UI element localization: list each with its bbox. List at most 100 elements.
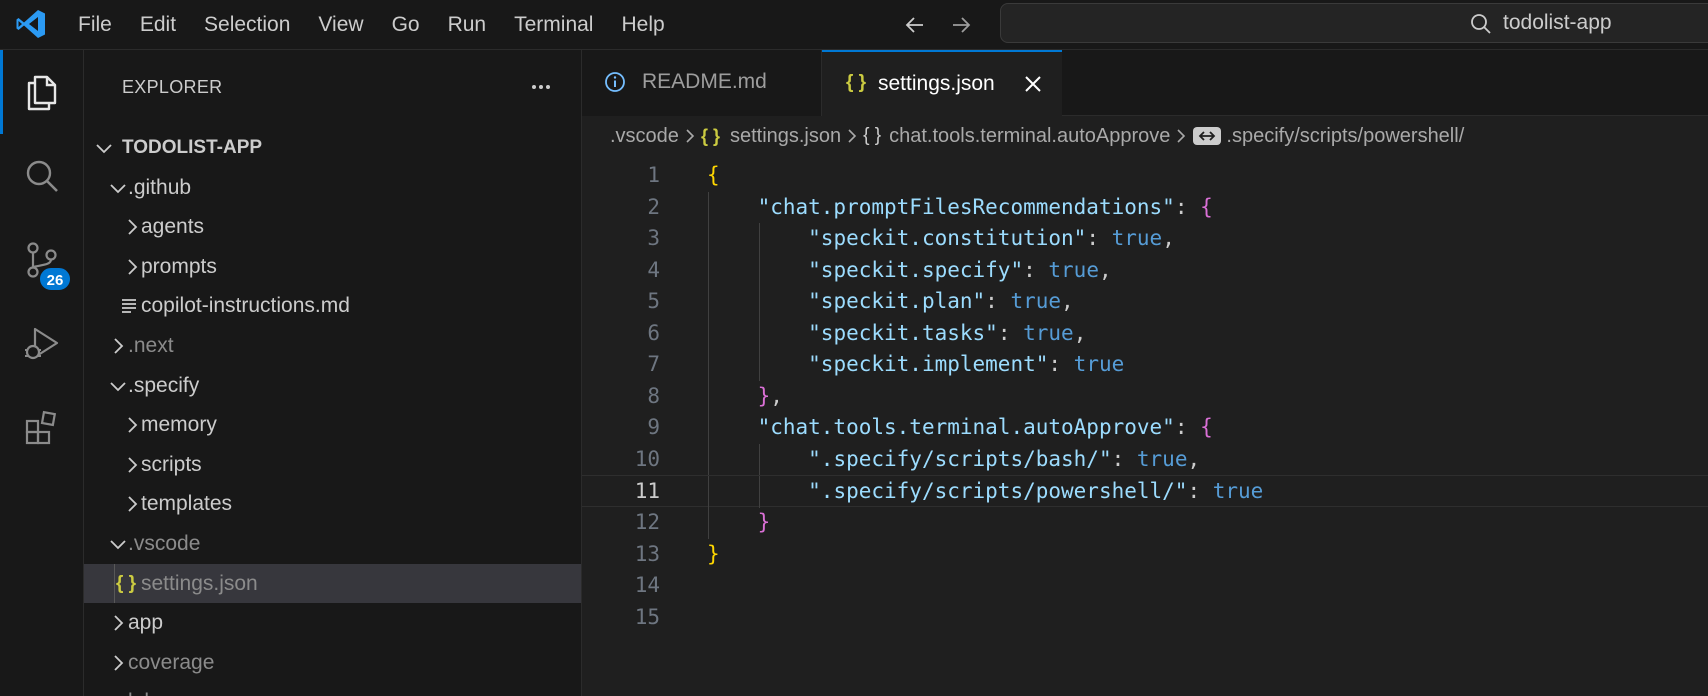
tree-folder[interactable]: labs — [84, 682, 581, 696]
search-icon — [1469, 12, 1493, 41]
chevron-right-icon — [128, 496, 138, 512]
chevron-right-icon — [114, 338, 124, 354]
chevron-right-icon — [128, 417, 138, 433]
extensions-icon[interactable] — [0, 386, 84, 470]
tree-folder[interactable]: coverage — [84, 643, 581, 683]
key-value-icon — [1192, 125, 1222, 147]
tree-folder[interactable]: scripts — [84, 445, 581, 485]
more-actions-icon[interactable] — [524, 70, 558, 104]
code-line[interactable]: 9 "chat.tools.terminal.autoApprove": { — [582, 412, 1708, 444]
tree-folder[interactable]: app — [84, 603, 581, 643]
menu-edit[interactable]: Edit — [126, 0, 190, 50]
chevron-right-icon — [114, 655, 124, 671]
code-text: ".specify/scripts/bash/": true, — [707, 444, 1200, 476]
chevron-right-icon — [114, 615, 124, 631]
tree-item-label: prompts — [141, 254, 217, 278]
code-text: }, — [707, 381, 783, 413]
line-number: 7 — [647, 352, 660, 377]
tree-folder[interactable]: agents — [84, 207, 581, 247]
code-line[interactable]: 13} — [582, 539, 1708, 571]
menu-terminal[interactable]: Terminal — [500, 0, 607, 50]
breadcrumb-auto-approve[interactable]: { } chat.tools.terminal.autoApprove — [863, 125, 1170, 148]
tree-folder[interactable]: templates — [84, 484, 581, 524]
code-text: "chat.promptFilesRecommendations": { — [707, 192, 1213, 224]
indent-guide — [114, 484, 115, 524]
menu-selection[interactable]: Selection — [190, 0, 304, 50]
code-text: { — [707, 160, 720, 192]
code-line[interactable]: 5 "speckit.plan": true, — [582, 286, 1708, 318]
tree-item-label: .github — [128, 175, 192, 199]
tree-folder[interactable]: .next — [84, 326, 581, 366]
code-token: true — [1010, 289, 1062, 314]
line-number: 15 — [634, 604, 660, 629]
tree-folder[interactable]: .specify — [84, 366, 581, 406]
chevron-down-icon — [110, 540, 126, 550]
explorer-icon[interactable] — [0, 50, 84, 134]
code-token: , — [1098, 257, 1112, 282]
forward-arrow-icon[interactable] — [944, 8, 978, 42]
code-token: "speckit.implement" — [808, 352, 1049, 377]
code-editor[interactable]: 1{2 "chat.promptFilesRecommendations": {… — [582, 160, 1708, 633]
tree-folder[interactable]: prompts — [84, 247, 581, 287]
code-token: , — [1061, 289, 1074, 314]
tree-folder[interactable]: .github — [84, 168, 581, 208]
code-line[interactable]: 12 } — [582, 507, 1708, 539]
tab-settings-label: settings.json — [878, 72, 995, 95]
tree-item-label: .vscode — [128, 531, 201, 555]
code-text: "speckit.specify": true, — [707, 255, 1112, 287]
menu-view[interactable]: View — [304, 0, 377, 50]
code-line[interactable]: 3 "speckit.constitution": true, — [582, 223, 1708, 255]
code-line[interactable]: 7 "speckit.implement": true — [582, 349, 1708, 381]
tab-settings-json[interactable]: { } settings.json — [822, 50, 1062, 117]
code-line[interactable]: 6 "speckit.tasks": true, — [582, 317, 1708, 350]
title-bar: File Edit Selection View Go Run Terminal… — [0, 0, 1708, 50]
code-text: "speckit.implement": true — [707, 349, 1124, 381]
indent-guide — [114, 247, 115, 287]
menu-go[interactable]: Go — [378, 0, 434, 50]
breadcrumb-powershell[interactable]: .specify/scripts/powershell/ — [1192, 125, 1464, 148]
chevron-right-icon — [841, 127, 863, 145]
code-line[interactable]: 4 "speckit.specify": true, — [582, 254, 1708, 287]
tab-readme[interactable]: README.md — [582, 50, 822, 116]
code-token: } — [757, 510, 771, 535]
code-token: , — [1162, 226, 1175, 251]
tree-file[interactable]: { } settings.json — [84, 563, 581, 604]
code-token: true — [1111, 226, 1163, 251]
code-token: true — [1212, 479, 1264, 504]
tree-folder[interactable]: .vscode — [84, 524, 581, 564]
code-line[interactable]: 11 ".specify/scripts/powershell/": true — [582, 475, 1708, 509]
command-center-search[interactable]: todolist-app — [1000, 3, 1708, 43]
search-icon[interactable] — [0, 134, 84, 218]
code-line[interactable]: 2 "chat.promptFilesRecommendations": { — [582, 191, 1708, 224]
code-line[interactable]: 15 — [582, 602, 1708, 634]
breadcrumb-vscode[interactable]: .vscode — [610, 125, 679, 148]
back-arrow-icon[interactable] — [898, 8, 932, 42]
code-line[interactable]: 1{ — [582, 160, 1708, 192]
code-line[interactable]: 14 — [582, 570, 1708, 602]
tree-item-label: .specify — [128, 373, 200, 397]
code-text: "chat.tools.terminal.autoApprove": { — [707, 412, 1213, 444]
chevron-right-icon — [128, 259, 138, 275]
menu-file[interactable]: File — [64, 0, 126, 50]
code-token: { — [707, 163, 720, 187]
indent-guide — [114, 405, 115, 445]
source-control-icon[interactable]: 26 — [0, 218, 84, 302]
indent-guide — [114, 563, 115, 604]
tree-folder[interactable]: memory — [84, 405, 581, 445]
code-token: , — [1073, 320, 1087, 345]
code-line[interactable]: 10 ".specify/scripts/bash/": true, — [582, 443, 1708, 476]
code-line[interactable]: 8 }, — [582, 380, 1708, 413]
tree-root-folder[interactable]: TODOLIST-APP — [84, 128, 581, 168]
sidebar-title: EXPLORER — [122, 77, 223, 97]
breadcrumb-settings-json[interactable]: { } settings.json — [701, 125, 841, 148]
tree-file[interactable]: copilot-instructions.md — [84, 286, 581, 326]
close-icon[interactable] — [1020, 71, 1046, 97]
tree-item-label: copilot-instructions.md — [141, 294, 350, 318]
run-debug-icon[interactable] — [0, 302, 84, 386]
menu-run[interactable]: Run — [434, 0, 501, 50]
menu-help[interactable]: Help — [607, 0, 678, 50]
code-text: ".specify/scripts/powershell/": true — [707, 476, 1263, 508]
indent-guide — [114, 445, 115, 485]
